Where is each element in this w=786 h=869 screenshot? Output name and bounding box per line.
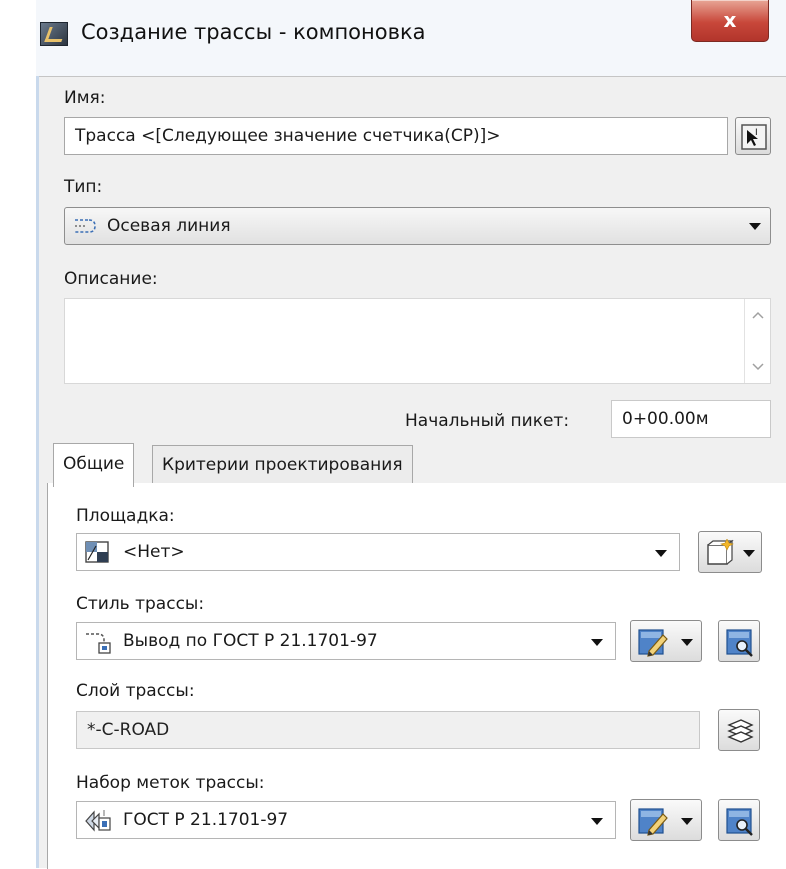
type-value: Осевая линия <box>107 216 231 236</box>
chevron-down-icon <box>749 223 761 230</box>
window-title: Создание трассы - компоновка <box>81 20 426 44</box>
alignment-layer-field: *-C-ROAD <box>76 711 700 749</box>
type-select[interactable]: Осевая линия <box>64 207 771 245</box>
alignment-layer-label: Слой трассы: <box>76 681 195 701</box>
preview-style-button[interactable] <box>718 620 760 662</box>
alignment-style-icon <box>86 633 111 654</box>
civil3d-app-icon <box>40 22 68 46</box>
name-label: Имя: <box>64 88 106 108</box>
edit-style-button[interactable] <box>630 620 702 662</box>
description-scrollbar[interactable] <box>744 299 770 383</box>
site-value: <Нет> <box>123 542 185 562</box>
chevron-down-icon <box>591 818 603 825</box>
general-tab-panel: Площадка: <Нет> Стиль трассы: Вывод по Г… <box>47 483 786 869</box>
type-label: Тип: <box>64 177 103 197</box>
title-bar[interactable]: Создание трассы - компоновка x <box>36 0 786 76</box>
text-pick-icon: I <box>741 124 767 150</box>
label-set-label: Набор меток трассы: <box>76 773 265 793</box>
edit-style-icon <box>638 808 668 836</box>
create-alignment-dialog: Создание трассы - компоновка x Имя: Трас… <box>36 0 786 869</box>
edit-style-icon <box>638 629 668 657</box>
site-label: Площадка: <box>76 506 175 526</box>
layers-icon <box>727 719 754 743</box>
svg-text:I: I <box>755 128 758 138</box>
name-template-button[interactable]: I <box>735 117 771 155</box>
centerline-icon <box>75 219 96 233</box>
scroll-up-icon[interactable] <box>752 311 764 319</box>
description-label: Описание: <box>64 269 158 289</box>
start-station-input[interactable]: 0+00.00м <box>611 400 771 438</box>
new-site-button[interactable] <box>698 531 762 573</box>
site-icon <box>85 541 109 563</box>
layer-select-button[interactable] <box>718 709 760 751</box>
chevron-down-icon <box>681 639 693 646</box>
tab-design-criteria[interactable]: Критерии проектирования <box>152 445 413 483</box>
label-set-value: ГОСТ Р 21.1701-97 <box>123 810 289 830</box>
chevron-down-icon <box>655 550 667 557</box>
scroll-down-icon[interactable] <box>752 363 764 371</box>
start-station-label: Начальный пикет: <box>405 411 570 431</box>
edit-label-set-button[interactable] <box>630 799 702 841</box>
label-set-icon <box>85 810 111 832</box>
chevron-down-icon <box>681 818 693 825</box>
label-set-select[interactable]: ГОСТ Р 21.1701-97 <box>76 801 616 839</box>
alignment-style-label: Стиль трассы: <box>76 594 205 614</box>
preview-label-set-button[interactable] <box>718 799 760 841</box>
alignment-style-select[interactable]: Вывод по ГОСТ Р 21.1701-97 <box>76 622 616 660</box>
name-input[interactable]: Трасса <[Следующее значение счетчика(CP)… <box>64 117 728 155</box>
preview-icon <box>726 808 753 836</box>
chevron-down-icon <box>743 550 755 557</box>
chevron-down-icon <box>591 639 603 646</box>
close-button[interactable]: x <box>691 0 769 42</box>
dialog-body: Имя: Трасса <[Следующее значение счетчик… <box>39 76 786 869</box>
preview-icon <box>726 629 753 657</box>
tab-general[interactable]: Общие <box>53 443 135 487</box>
new-site-icon <box>707 539 734 565</box>
site-select[interactable]: <Нет> <box>76 533 680 571</box>
alignment-style-value: Вывод по ГОСТ Р 21.1701-97 <box>123 631 378 651</box>
description-textarea[interactable] <box>64 298 771 384</box>
